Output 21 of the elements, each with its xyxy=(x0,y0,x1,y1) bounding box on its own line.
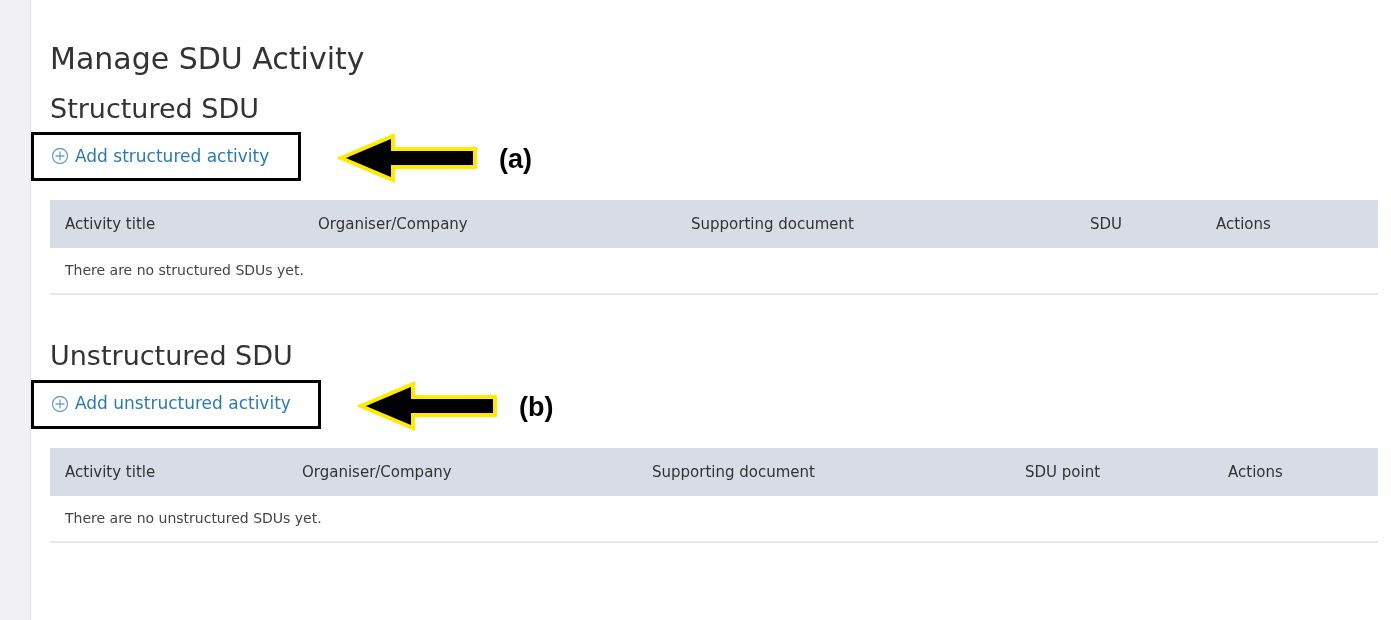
plus-circle-icon xyxy=(51,395,69,413)
add-activity-link[interactable]: Add unstructured activity xyxy=(51,391,291,417)
column-header: SDU point xyxy=(1025,461,1102,483)
annotation-label: (a) xyxy=(499,143,532,176)
column-header: Actions xyxy=(1216,214,1272,235)
column-header: Supporting document xyxy=(652,461,816,483)
column-header: Supporting document xyxy=(691,214,855,235)
empty-message: There are no unstructured SDUs yet. xyxy=(65,509,322,528)
column-header: Actions xyxy=(1228,461,1284,483)
column-header: SDU xyxy=(1090,214,1124,235)
plus-circle-icon xyxy=(51,147,69,166)
column-header: Activity title xyxy=(65,461,157,483)
annotation-label: (b) xyxy=(519,390,554,424)
empty-message: There are no structured SDUs yet. xyxy=(65,261,304,281)
page-title: Manage SDU Activity xyxy=(50,40,366,78)
column-header: Organiser/Company xyxy=(318,214,469,235)
section-heading: Unstructured SDU xyxy=(50,339,294,373)
column-header: Activity title xyxy=(65,214,157,235)
add-activity-link[interactable]: Add structured activity xyxy=(51,143,270,169)
section-heading: Structured SDU xyxy=(50,91,260,126)
column-header: Organiser/Company xyxy=(302,461,453,483)
